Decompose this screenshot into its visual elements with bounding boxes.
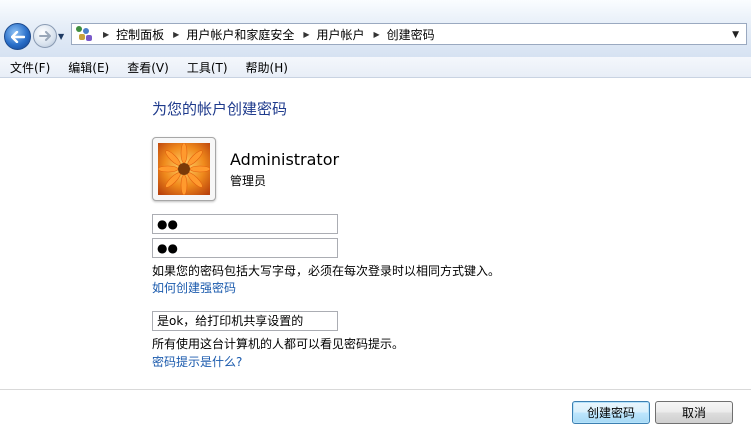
breadcrumb-separator-icon: ▶: [103, 29, 110, 39]
user-name: Administrator: [230, 150, 340, 169]
forward-arrow-icon: [39, 31, 51, 41]
breadcrumb-control-panel[interactable]: 控制面板: [116, 26, 164, 43]
new-password-input[interactable]: ●●: [152, 214, 338, 234]
strong-password-link[interactable]: 如何创建强密码: [152, 279, 236, 296]
navigation-bar: ▼ ▶ 控制面板 ▶ 用户帐户和家庭安全 ▶ 用户帐户 ▶ 创建密码 ▼: [0, 0, 751, 57]
cancel-button[interactable]: 取消: [655, 401, 733, 424]
breadcrumb-user-accounts[interactable]: 用户帐户: [317, 26, 365, 43]
menu-view[interactable]: 查看(V): [117, 59, 177, 76]
address-bar[interactable]: ▶ 控制面板 ▶ 用户帐户和家庭安全 ▶ 用户帐户 ▶ 创建密码 ▼: [71, 23, 747, 45]
menu-tools[interactable]: 工具(T): [177, 59, 236, 76]
breadcrumb-separator-icon[interactable]: ▶: [303, 30, 309, 39]
user-role: 管理员: [230, 174, 267, 188]
menu-bar: 文件(F) 编辑(E) 查看(V) 工具(T) 帮助(H): [0, 57, 751, 78]
password-hint-input[interactable]: 是ok，给打印机共享设置的: [152, 311, 338, 331]
menu-file[interactable]: 文件(F): [0, 59, 58, 76]
forward-button[interactable]: [33, 24, 57, 48]
menu-edit[interactable]: 编辑(E): [58, 59, 117, 76]
caps-note: 如果您的密码包括大写字母，必须在每次登录时以相同方式键入。: [152, 264, 501, 278]
breadcrumb-separator-icon[interactable]: ▶: [173, 30, 179, 39]
back-button[interactable]: [4, 23, 31, 50]
divider: [0, 389, 751, 390]
menu-help[interactable]: 帮助(H): [236, 59, 296, 76]
create-password-button[interactable]: 创建密码: [572, 401, 650, 424]
flower-user-picture-icon: [158, 143, 210, 195]
history-dropdown-icon[interactable]: ▼: [58, 32, 68, 42]
control-panel-users-icon: [76, 26, 94, 42]
confirm-password-input[interactable]: ●●: [152, 238, 338, 258]
breadcrumb-separator-icon[interactable]: ▶: [374, 30, 380, 39]
back-arrow-icon: [10, 30, 25, 43]
password-hint-help-link[interactable]: 密码提示是什么?: [152, 353, 242, 370]
breadcrumb-create-password[interactable]: 创建密码: [387, 26, 435, 43]
page-title: 为您的帐户创建密码: [152, 100, 288, 118]
user-picture: [152, 137, 216, 201]
address-dropdown-icon[interactable]: ▼: [732, 30, 739, 40]
hint-note: 所有使用这台计算机的人都可以看见密码提示。: [152, 337, 405, 351]
breadcrumb-user-accounts-family-safety[interactable]: 用户帐户和家庭安全: [186, 26, 294, 43]
